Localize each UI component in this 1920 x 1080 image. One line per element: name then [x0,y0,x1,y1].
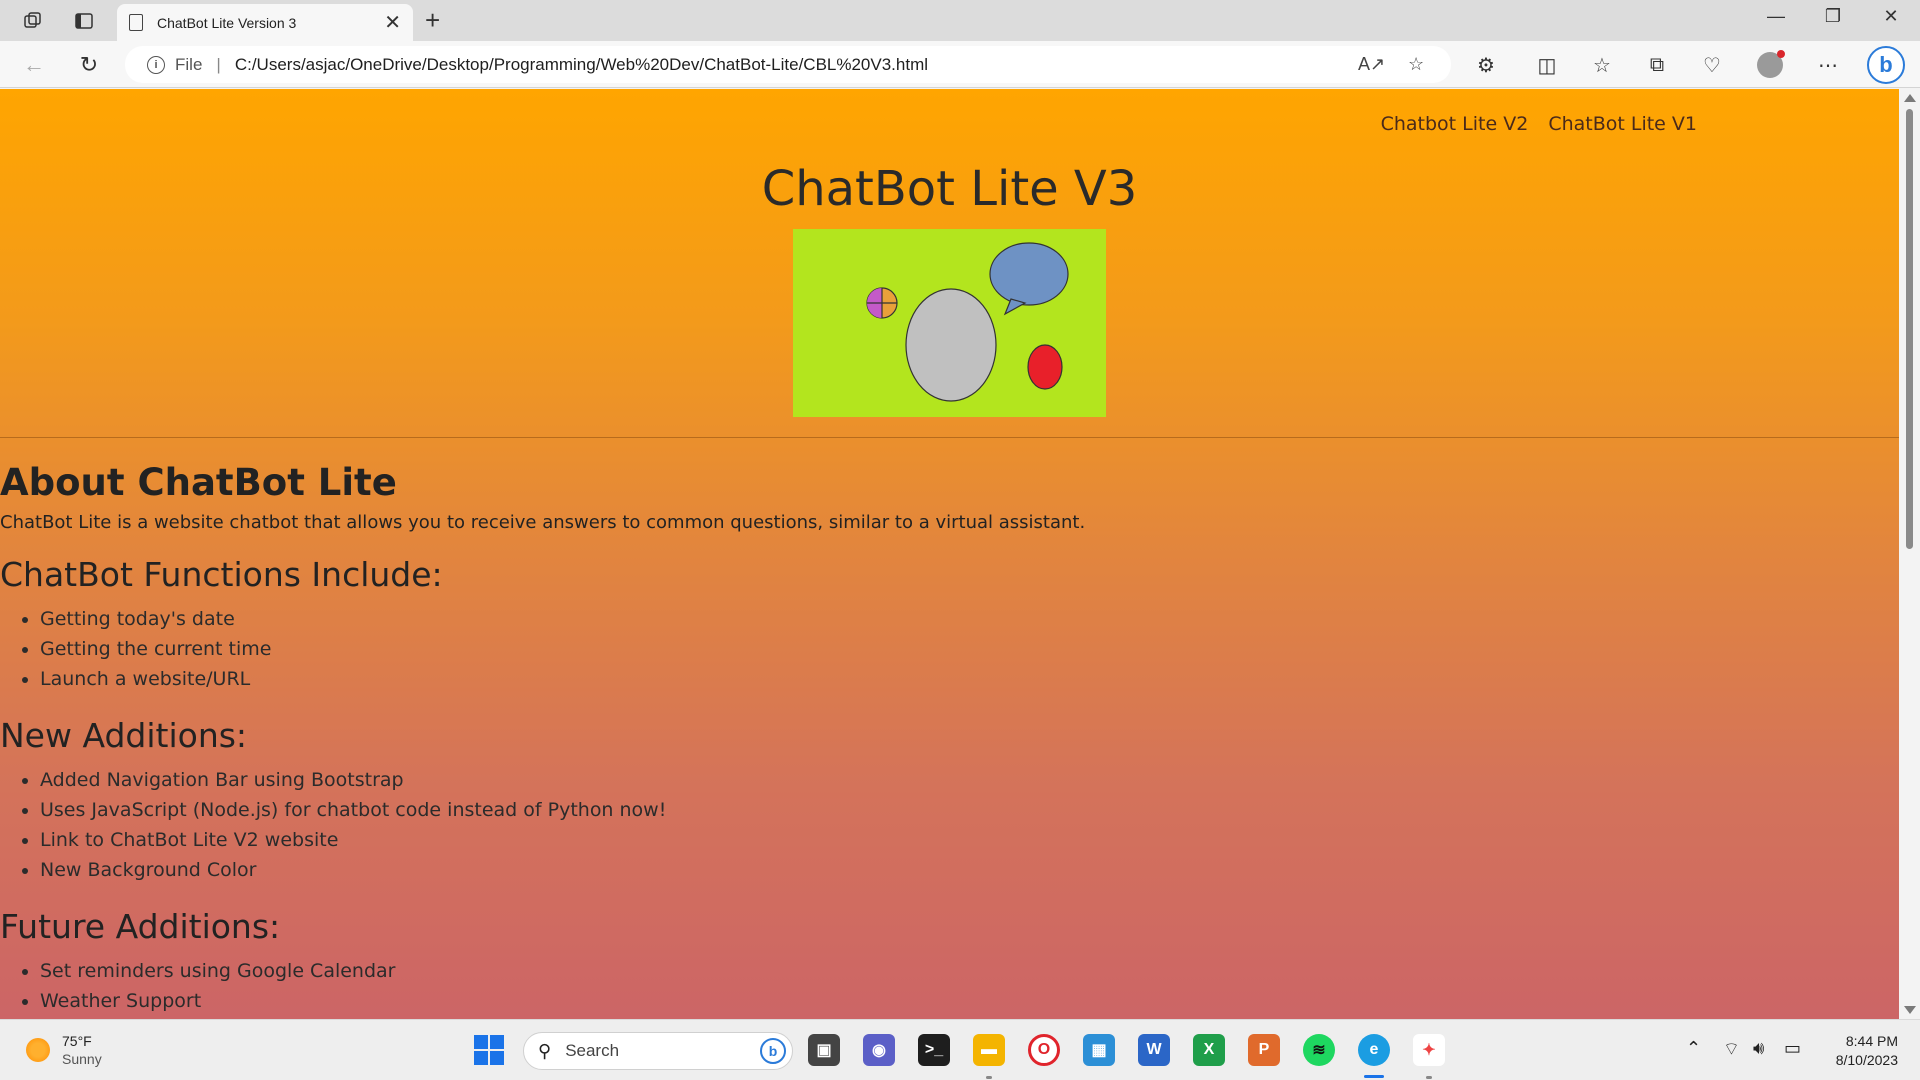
list-item: Uses JavaScript (Node.js) for chatbot co… [40,795,1899,825]
about-heading: About ChatBot Lite [0,461,397,504]
more-options-icon[interactable]: ⋯ [1813,50,1843,80]
url-separator: | [216,54,221,74]
list-item: Link to ChatBot Lite V2 website [40,825,1899,855]
weather-temp: 75°F [62,1033,92,1049]
search-placeholder: Search [565,1041,620,1060]
future-heading: Future Additions: [0,907,281,946]
show-hidden-icons[interactable]: ⌃ [1686,1038,1701,1059]
list-item: Set reminders using Google Calendar [40,956,1899,986]
word-document-icon[interactable]: W [1138,1034,1170,1066]
future-list: Set reminders using Google Calendar Weat… [40,956,1899,1016]
presentation-icon[interactable]: P [1248,1034,1280,1066]
clock-time: 8:44 PM [1845,1033,1898,1049]
weather-condition: Sunny [62,1051,102,1067]
list-item: Getting today's date [40,604,1899,634]
site-navigation: Chatbot Lite V2 ChatBot Lite V1 [1381,113,1697,135]
task-view-icon[interactable]: ▣ [808,1034,840,1066]
close-window-button[interactable]: ✕ [1871,6,1911,27]
back-button[interactable]: ← [18,49,50,81]
url-scheme-label: File [175,54,203,74]
list-item: Getting the current time [40,634,1899,664]
bing-copilot-icon[interactable]: b [1867,46,1905,84]
close-tab-icon[interactable]: ✕ [384,13,401,33]
edge-browser-icon[interactable]: e [1358,1034,1390,1066]
page-scrollbar[interactable] [1899,89,1920,1019]
browser-toolbar: ← ↻ i File | C:/Users/asjac/OneDrive/Des… [0,41,1920,88]
restore-button[interactable]: ❐ [1813,6,1853,27]
system-clock[interactable]: 8:44 PM 8/10/2023 [1808,1032,1898,1070]
page-title: ChatBot Lite V3 [761,161,1138,217]
volume-icon[interactable]: 🔊︎ [1753,1038,1764,1059]
spreadsheet-icon[interactable]: X [1193,1034,1225,1066]
battery-icon[interactable]: ▭ [1784,1038,1801,1059]
scroll-up-arrow[interactable] [1904,94,1916,102]
list-item: Launch a website/URL [40,664,1899,694]
workspaces-icon[interactable] [20,8,46,34]
new-tab-button[interactable]: + [425,5,440,36]
spotify-icon[interactable]: ≋ [1303,1034,1335,1066]
tab-actions-icon[interactable] [71,8,97,34]
section-divider [0,437,1899,438]
active-app-indicator [1364,1075,1384,1078]
taskbar-search[interactable]: ⚲ Search b [523,1032,793,1070]
nav-link-v1[interactable]: ChatBot Lite V1 [1548,113,1697,135]
running-indicator [986,1076,992,1079]
clock-date: 8/10/2023 [1835,1052,1898,1068]
teams-chat-icon[interactable]: ◉ [863,1034,895,1066]
address-bar[interactable]: i File | C:/Users/asjac/OneDrive/Desktop… [125,46,1451,83]
favorite-star-icon[interactable]: ☆ [1408,54,1424,75]
additions-heading: New Additions: [0,716,248,755]
collections-icon[interactable]: ⧉ [1642,50,1672,80]
browser-title-bar: ChatBot Lite Version 3 ✕ + — ❐ ✕ [0,0,1920,41]
running-indicator [1426,1076,1432,1079]
start-button[interactable] [474,1035,504,1065]
browser-tab[interactable]: ChatBot Lite Version 3 ✕ [117,4,413,41]
nav-link-v2[interactable]: Chatbot Lite V2 [1381,113,1529,135]
functions-heading: ChatBot Functions Include: [0,555,443,594]
scroll-down-arrow[interactable] [1904,1006,1916,1014]
list-item: New Background Color [40,855,1899,885]
functions-list: Getting today's date Getting the current… [40,604,1899,694]
document-icon [129,14,143,31]
web-page: Chatbot Lite V2 ChatBot Lite V1 ChatBot … [0,89,1899,1019]
control-panel-icon[interactable]: ▦ [1083,1034,1115,1066]
split-screen-icon[interactable]: ◫ [1532,50,1562,80]
list-item: Added Navigation Bar using Bootstrap [40,765,1899,795]
minimize-button[interactable]: — [1756,6,1796,27]
sun-icon [26,1038,50,1062]
additions-list: Added Navigation Bar using Bootstrap Use… [40,765,1899,885]
favorites-icon[interactable]: ☆ [1587,50,1617,80]
wifi-icon[interactable]: ⌔ [1723,1038,1740,1061]
info-icon[interactable]: i [147,55,165,74]
scroll-thumb[interactable] [1906,109,1913,549]
main-content: About ChatBot Lite ChatBot Lite is a web… [0,461,1899,1016]
extensions-icon[interactable]: ⚙ [1471,50,1501,80]
refresh-button[interactable]: ↻ [73,49,105,81]
read-aloud-icon[interactable]: A↗ [1358,54,1385,75]
list-item: Weather Support [40,986,1899,1016]
terminal-icon[interactable]: >_ [918,1034,950,1066]
search-icon: ⚲ [538,1040,552,1061]
bing-search-icon[interactable]: b [760,1038,786,1064]
windows-taskbar: 75°F Sunny ⚲ Search b ▣ ◉ >_ ▬ O ▦ W X P… [0,1019,1920,1080]
colorful-app-icon[interactable]: ✦ [1413,1034,1445,1066]
opera-icon[interactable]: O [1028,1034,1060,1066]
url-text[interactable]: C:/Users/asjac/OneDrive/Desktop/Programm… [235,55,928,75]
chatbot-logo-image [793,229,1106,417]
tab-title: ChatBot Lite Version 3 [157,14,297,31]
browser-essentials-icon[interactable]: ♡ [1697,50,1727,80]
weather-widget[interactable]: 75°F Sunny [26,1032,102,1068]
file-explorer-icon[interactable]: ▬ [973,1034,1005,1066]
about-text: ChatBot Lite is a website chatbot that a… [0,512,1086,533]
profile-avatar[interactable] [1757,50,1785,78]
